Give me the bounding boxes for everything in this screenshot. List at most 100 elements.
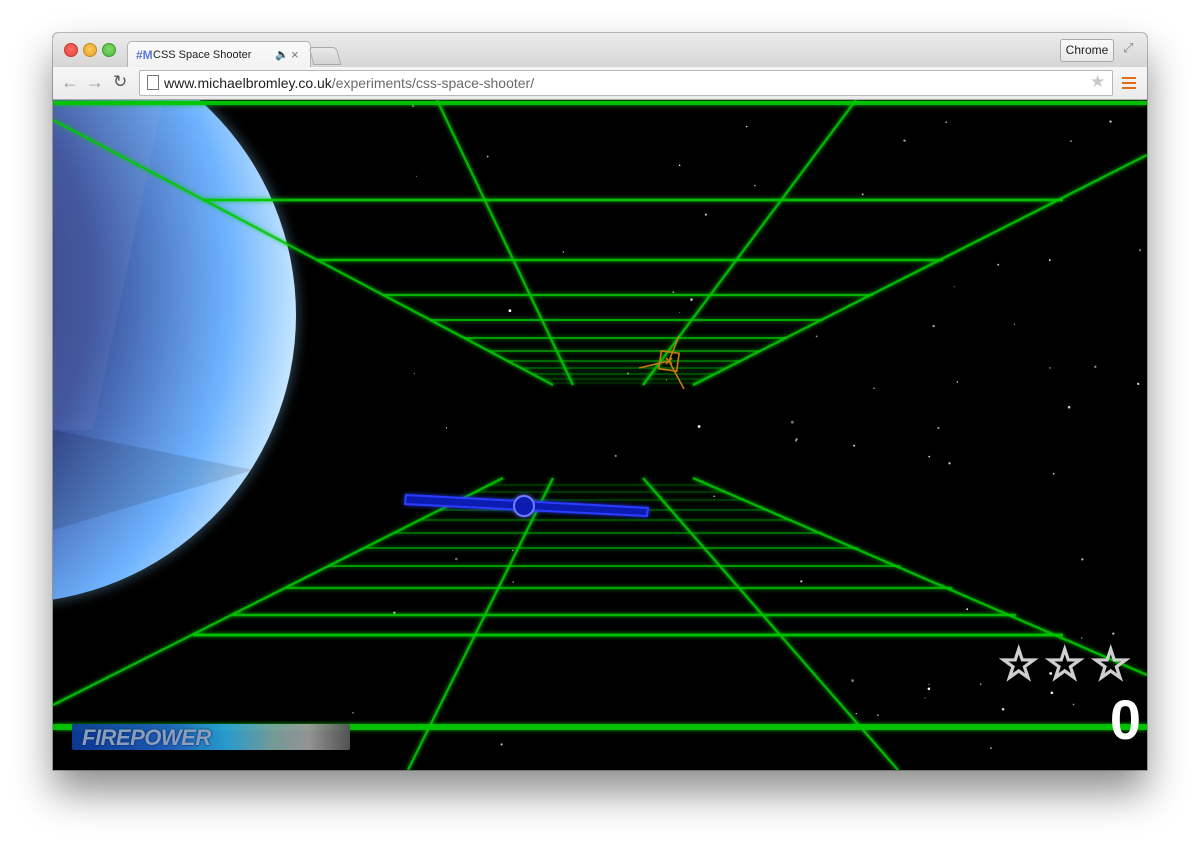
star (932, 324, 935, 328)
profile-button[interactable]: Chrome (1060, 39, 1114, 62)
toolbar: ← → ↻ www.michaelbromley.co.uk/experimen… (53, 67, 1147, 100)
star (861, 193, 864, 196)
star (352, 711, 354, 714)
star (790, 420, 794, 424)
star (1137, 382, 1140, 386)
star (415, 175, 418, 178)
star (1050, 691, 1054, 695)
minimize-window-button[interactable] (83, 43, 97, 57)
url-path: /experiments/css-space-shooter/ (331, 75, 535, 91)
game-viewport[interactable]: FIREPOWER ☆ ☆ ☆ 0 (53, 100, 1147, 770)
star (500, 743, 503, 746)
star (990, 747, 992, 749)
player-ship (403, 493, 650, 518)
star (512, 549, 514, 552)
star (956, 381, 959, 383)
score-display: 0 (1109, 688, 1141, 751)
star (795, 438, 798, 441)
browser-window: #M CSS Space Shooter 🔈 × Chrome ⤢ ← → ↻ … (53, 33, 1147, 770)
life-star-icon: ☆ (1044, 640, 1085, 689)
star (1001, 707, 1005, 711)
star (678, 164, 681, 167)
tab-close-icon[interactable]: × (291, 47, 299, 62)
star (679, 311, 681, 314)
tab-title: CSS Space Shooter (153, 49, 252, 61)
star (1072, 703, 1075, 706)
star (980, 683, 982, 685)
close-window-button[interactable] (64, 43, 78, 57)
star (928, 683, 930, 686)
life-star-icon: ☆ (1090, 640, 1131, 689)
firepower-label: FIREPOWER (82, 725, 211, 750)
star (851, 679, 854, 682)
star (997, 263, 1000, 266)
page-icon (147, 75, 159, 90)
star (1081, 637, 1083, 639)
star (508, 309, 512, 313)
star (614, 454, 617, 457)
star (937, 426, 940, 430)
back-arrow-icon[interactable]: ← (61, 72, 79, 93)
star (966, 608, 969, 611)
star (445, 427, 448, 429)
star (413, 372, 416, 375)
star (800, 580, 803, 583)
star (1109, 120, 1112, 123)
star (512, 581, 515, 583)
fullscreen-icon[interactable]: ⤢ (1123, 40, 1133, 56)
forward-arrow-icon[interactable]: → (86, 72, 104, 93)
bookmark-star-icon[interactable]: ★ (1090, 72, 1105, 92)
life-star-icon: ☆ (998, 640, 1039, 689)
star (1052, 472, 1055, 475)
star (704, 213, 708, 216)
menu-icon[interactable] (1122, 74, 1136, 92)
star (1094, 365, 1097, 368)
tab-css-space-shooter[interactable]: #M CSS Space Shooter 🔈 × (127, 41, 311, 69)
star (393, 611, 396, 614)
new-tab-button[interactable] (308, 47, 342, 65)
lives-indicator: ☆ ☆ ☆ (998, 640, 1139, 689)
star (1013, 323, 1016, 326)
address-bar[interactable]: www.michaelbromley.co.uk/experiments/css… (139, 70, 1113, 96)
firepower-bar: FIREPOWER (72, 724, 350, 750)
star (454, 557, 458, 561)
favicon-icon: #M (136, 48, 153, 62)
star (1112, 632, 1115, 635)
url-text[interactable]: www.michaelbromley.co.uk/experiments/css… (164, 75, 534, 91)
url-host: www.michaelbromley.co.uk (164, 75, 332, 91)
star (945, 121, 948, 124)
star (1067, 405, 1071, 409)
star (948, 462, 951, 465)
star (697, 425, 701, 428)
title-bar: #M CSS Space Shooter 🔈 × Chrome ⤢ (53, 33, 1147, 69)
star (486, 155, 489, 158)
star (562, 251, 565, 253)
speaker-icon[interactable]: 🔈 (275, 48, 289, 61)
star (1081, 558, 1084, 561)
star (924, 697, 926, 699)
star (672, 291, 675, 294)
star (953, 286, 955, 288)
star (1048, 259, 1051, 262)
star (928, 455, 931, 458)
star (713, 495, 715, 498)
star (876, 714, 879, 717)
star (815, 335, 818, 338)
star (745, 125, 748, 128)
star (927, 687, 931, 691)
ceiling-line (692, 153, 1147, 387)
reload-icon[interactable]: ↻ (113, 72, 127, 92)
star (754, 184, 756, 187)
star (690, 298, 693, 301)
star (873, 387, 875, 389)
star (1049, 367, 1051, 369)
ceiling-line (642, 100, 857, 386)
game-scene (53, 100, 1147, 770)
star (412, 104, 415, 108)
star (903, 139, 906, 142)
star (853, 444, 856, 447)
planet (53, 100, 298, 602)
maximize-window-button[interactable] (102, 43, 116, 57)
star (855, 712, 857, 715)
star (1138, 249, 1142, 252)
